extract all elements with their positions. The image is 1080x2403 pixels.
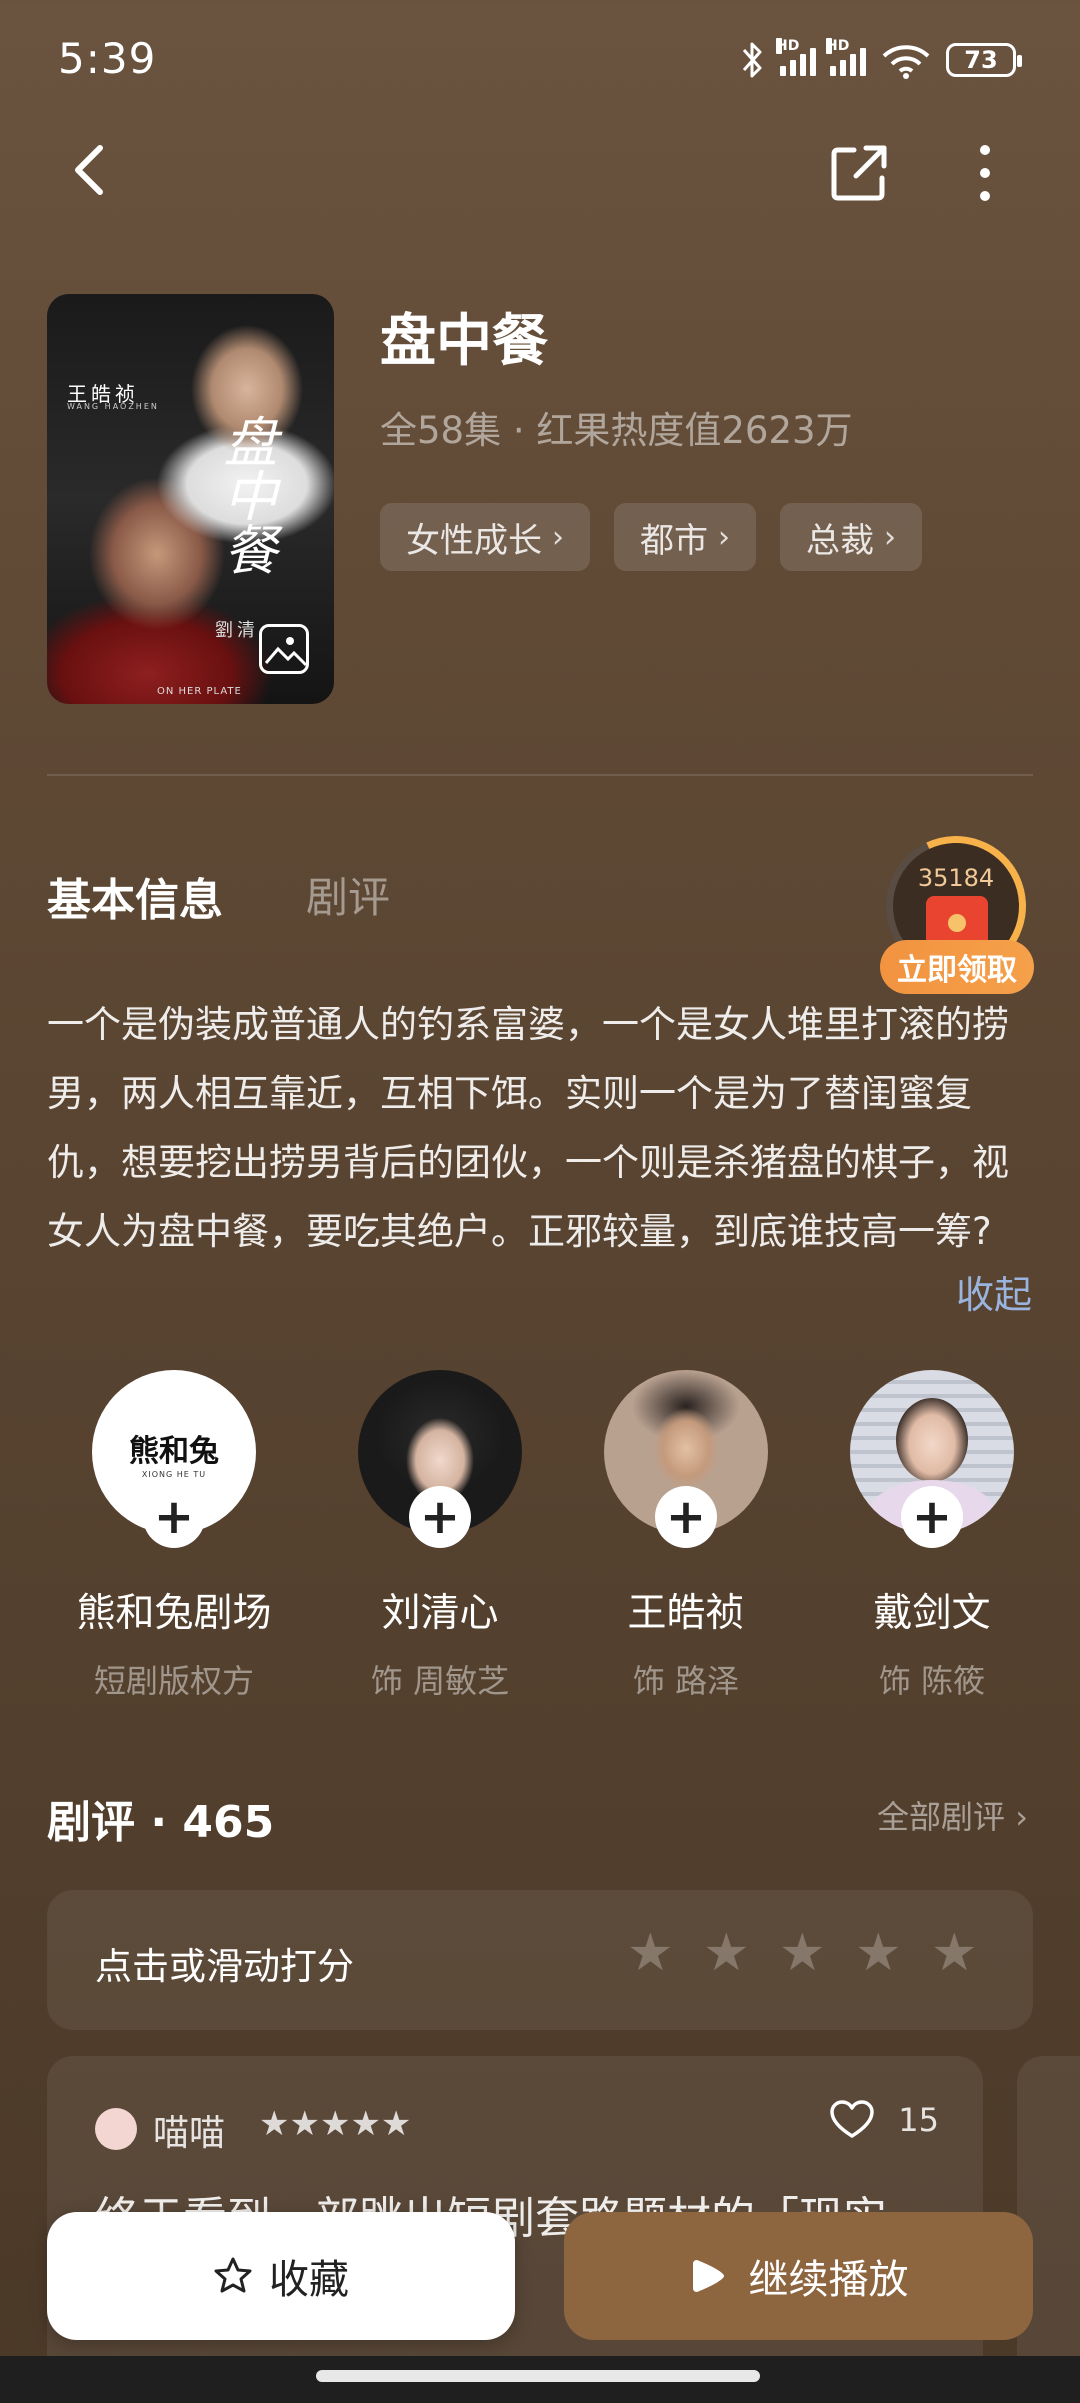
star-outline-icon	[214, 2257, 252, 2293]
show-title: 盘中餐	[380, 309, 548, 374]
cast-item[interactable]: + 戴剑文 饰 陈筱	[817, 1370, 1047, 1702]
all-reviews-label: 全部剧评	[877, 1798, 1006, 1836]
follow-plus-icon[interactable]: +	[901, 1486, 963, 1548]
bluetooth-icon	[742, 42, 762, 78]
follow-plus-icon[interactable]: +	[655, 1486, 717, 1548]
star-icon[interactable]: ★	[855, 1927, 902, 1979]
gallery-icon[interactable]	[259, 624, 309, 674]
synopsis-text: 一个是伪装成普通人的钓系富婆，一个是女人堆里打滚的捞男，两人相互靠近，互相下饵。…	[47, 1003, 1009, 1253]
favorite-button[interactable]: 收藏	[47, 2212, 515, 2340]
collapse-link[interactable]: 收起	[956, 1264, 1032, 1319]
tag-label: 女性成长	[406, 520, 542, 561]
cast-item[interactable]: + 刘清心 饰 周敏芝	[325, 1370, 555, 1702]
follow-plus-icon[interactable]: +	[143, 1486, 205, 1548]
rating-prompt: 点击或滑动打分	[95, 1945, 354, 1988]
cast-item[interactable]: + 王皓祯 饰 路泽	[571, 1370, 801, 1702]
poster-actor-name-en: WANG HAOZHEN	[67, 402, 159, 411]
home-indicator[interactable]	[316, 2370, 760, 2382]
cast-role: 短剧版权方	[93, 1662, 254, 1700]
signal-icon-2: HD	[826, 38, 866, 76]
tag-item[interactable]: 总裁 ›	[780, 503, 922, 571]
tab-reviews[interactable]: 剧评	[306, 864, 390, 925]
brand-logo-sub: XIONG HE TU	[141, 1469, 207, 1479]
show-meta: 全58集 · 红果热度值2623万	[380, 409, 853, 452]
status-icons: HD HD 73	[740, 38, 1022, 82]
red-packet-widget[interactable]: 35184 立即领取	[866, 816, 1046, 996]
chevron-right-icon: ›	[552, 519, 564, 555]
reviews-title: 剧评 · 465	[47, 1797, 275, 1848]
star-icon[interactable]: ★	[779, 1927, 826, 1979]
continue-play-button[interactable]: 继续播放	[564, 2212, 1033, 2340]
heart-icon	[830, 2100, 875, 2138]
reviewer-name: 喵喵	[153, 2113, 226, 2154]
poster-actress-name: 劉清	[215, 620, 259, 641]
back-button[interactable]	[62, 140, 122, 200]
signal-icon: HD	[776, 38, 816, 76]
red-packet-count: 35184	[917, 864, 995, 892]
tag-label: 都市	[640, 520, 708, 561]
claim-button[interactable]: 立即领取	[880, 940, 1034, 994]
poster-image[interactable]: 王皓祯 WANG HAOZHEN 盘中餐 劉清 ON HER PLATE	[47, 294, 334, 704]
follow-plus-icon[interactable]: +	[409, 1486, 471, 1548]
play-label: 继续播放	[748, 2257, 909, 2303]
cast-role: 饰 周敏芝	[370, 1662, 510, 1700]
cast-name: 刘清心	[381, 1591, 499, 1636]
star-icon[interactable]: ★	[627, 1927, 674, 1979]
more-vertical-icon	[980, 145, 990, 201]
wifi-icon	[882, 45, 930, 79]
all-reviews-link[interactable]: 全部剧评 ›	[877, 1792, 1028, 1838]
like-button[interactable]: 15	[830, 2100, 939, 2140]
star-icon[interactable]: ★	[703, 1927, 750, 1979]
rating-stars[interactable]: ★ ★ ★ ★ ★	[627, 1927, 978, 1979]
share-button[interactable]	[826, 140, 892, 206]
cast-role: 饰 陈筱	[878, 1662, 986, 1700]
poster-english-title: ON HER PLATE	[157, 686, 242, 697]
cast-name: 王皓祯	[627, 1591, 745, 1636]
like-count: 15	[898, 2101, 939, 2139]
share-icon	[831, 145, 887, 201]
cast-name: 戴剑文	[873, 1591, 991, 1636]
favorite-label: 收藏	[269, 2257, 349, 2303]
chevron-right-icon: ›	[884, 519, 896, 555]
chevron-right-icon: ›	[718, 519, 730, 555]
divider	[47, 774, 1033, 776]
tag-item[interactable]: 女性成长 ›	[380, 503, 590, 571]
star-icon[interactable]: ★	[931, 1927, 978, 1979]
chevron-right-icon: ›	[1015, 1798, 1028, 1836]
brand-logo-text: 熊和兔	[129, 1433, 219, 1469]
more-button[interactable]	[960, 140, 1010, 206]
tag-label: 总裁	[806, 520, 874, 561]
cast-role: 饰 路泽	[632, 1662, 740, 1700]
tab-basic-info[interactable]: 基本信息	[47, 864, 223, 928]
battery-icon: 73	[946, 43, 1022, 77]
review-stars: ★★★★★	[259, 2104, 412, 2144]
play-icon	[692, 2260, 724, 2292]
cast-name: 熊和兔剧场	[76, 1591, 272, 1636]
tag-item[interactable]: 都市 ›	[614, 503, 756, 571]
rating-box[interactable]: 点击或滑动打分 ★ ★ ★ ★ ★	[47, 1890, 1033, 2030]
poster-title: 盘中餐	[214, 414, 277, 576]
cast-item[interactable]: 熊和兔 XIONG HE TU + 熊和兔剧场 短剧版权方	[59, 1370, 289, 1702]
chevron-left-icon	[75, 145, 103, 195]
tag-list: 女性成长 › 都市 › 总裁 ›	[380, 503, 922, 571]
avatar	[95, 2108, 137, 2150]
status-time: 5:39	[58, 34, 157, 83]
